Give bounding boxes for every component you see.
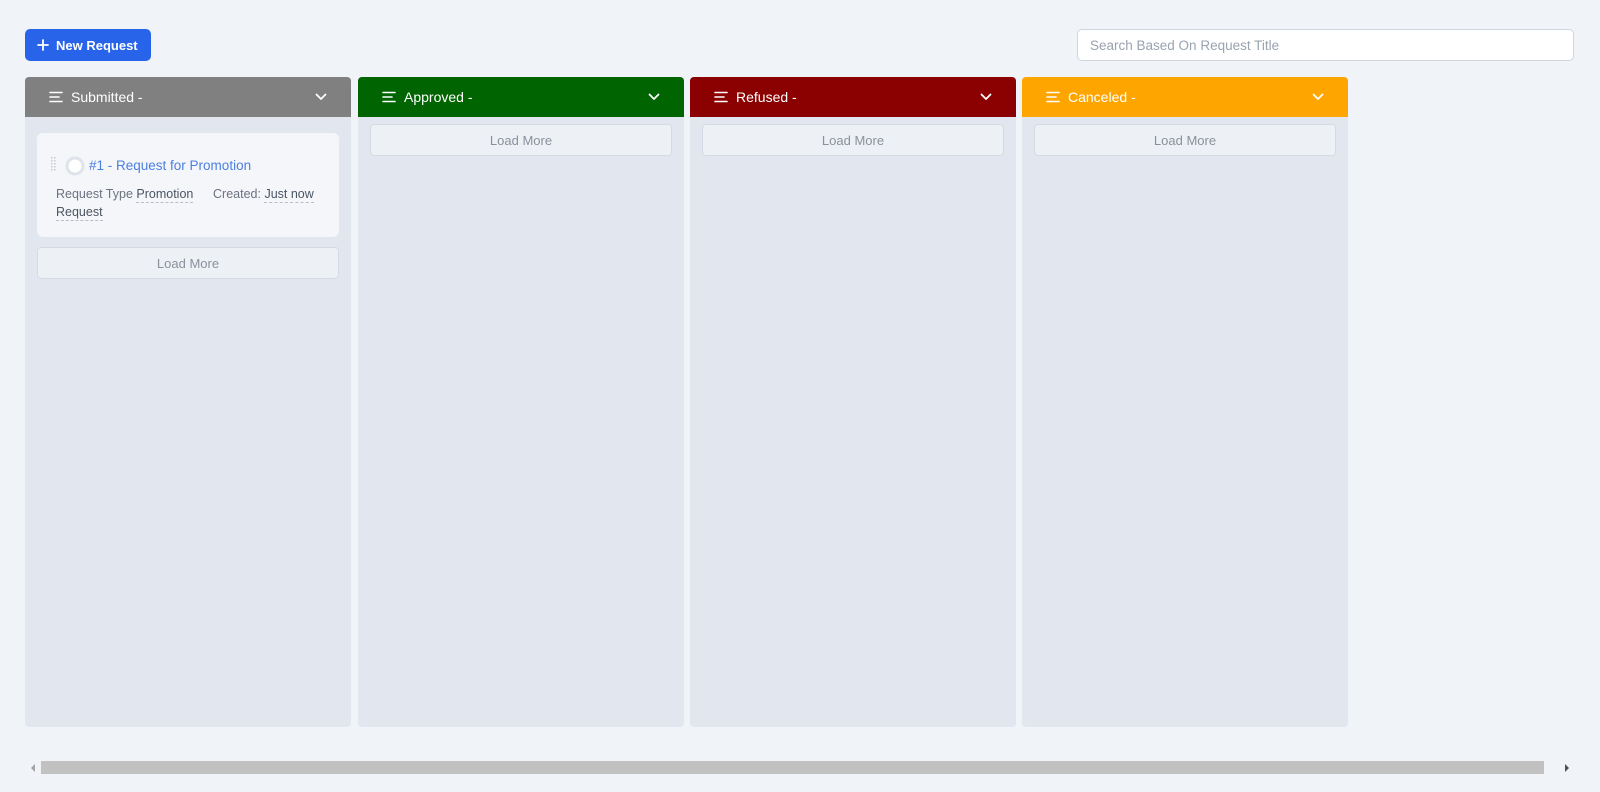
menu-lines-icon (382, 91, 396, 103)
menu-lines-icon (49, 91, 63, 103)
created-value: Just now (264, 187, 314, 203)
drag-handle-icon[interactable] (51, 157, 57, 173)
created-meta: Created: Just now (213, 187, 314, 203)
chevron-down-icon[interactable] (980, 93, 992, 101)
column-submitted: Submitted - #1 - Request for Promotion R… (25, 77, 351, 727)
created-label: Created: (213, 187, 261, 201)
load-more-button[interactable]: Load More (37, 247, 339, 279)
column-canceled: Canceled - Load More (1022, 77, 1348, 727)
column-title: Canceled - (1068, 89, 1136, 105)
chevron-down-icon[interactable] (648, 93, 660, 101)
column-header-approved[interactable]: Approved - (358, 77, 684, 117)
scrollbar-thumb[interactable] (41, 761, 1544, 774)
menu-lines-icon (1046, 91, 1060, 103)
load-more-button[interactable]: Load More (370, 124, 672, 156)
new-request-label: New Request (56, 37, 138, 53)
column-header-submitted[interactable]: Submitted - (25, 77, 351, 117)
column-title: Refused - (736, 89, 797, 105)
chevron-down-icon[interactable] (1312, 93, 1324, 101)
column-refused: Refused - Load More (690, 77, 1016, 727)
plus-icon (37, 39, 49, 51)
new-request-button[interactable]: New Request (25, 29, 151, 61)
load-more-button[interactable]: Load More (1034, 124, 1336, 156)
chevron-down-icon[interactable] (315, 93, 327, 101)
scroll-right-icon[interactable] (1564, 764, 1570, 772)
column-title: Submitted - (71, 89, 143, 105)
avatar-icon (65, 156, 85, 176)
column-header-refused[interactable]: Refused - (690, 77, 1016, 117)
column-approved: Approved - Load More (358, 77, 684, 727)
request-card[interactable]: #1 - Request for Promotion Request Type … (37, 133, 339, 237)
column-title: Approved - (404, 89, 473, 105)
load-more-button[interactable]: Load More (702, 124, 1004, 156)
menu-lines-icon (714, 91, 728, 103)
search-input[interactable] (1077, 29, 1574, 61)
scroll-left-icon[interactable] (30, 764, 36, 772)
request-type-value: Promotion (136, 187, 194, 203)
request-type-value-continued: Request (56, 205, 103, 221)
column-header-canceled[interactable]: Canceled - (1022, 77, 1348, 117)
request-type-meta: Request Type Promotion (56, 187, 194, 203)
request-type-meta-continued: Request (56, 205, 103, 221)
card-title-link[interactable]: #1 - Request for Promotion (89, 158, 251, 173)
request-type-label: Request Type (56, 187, 133, 201)
horizontal-scrollbar[interactable] (25, 760, 1575, 775)
